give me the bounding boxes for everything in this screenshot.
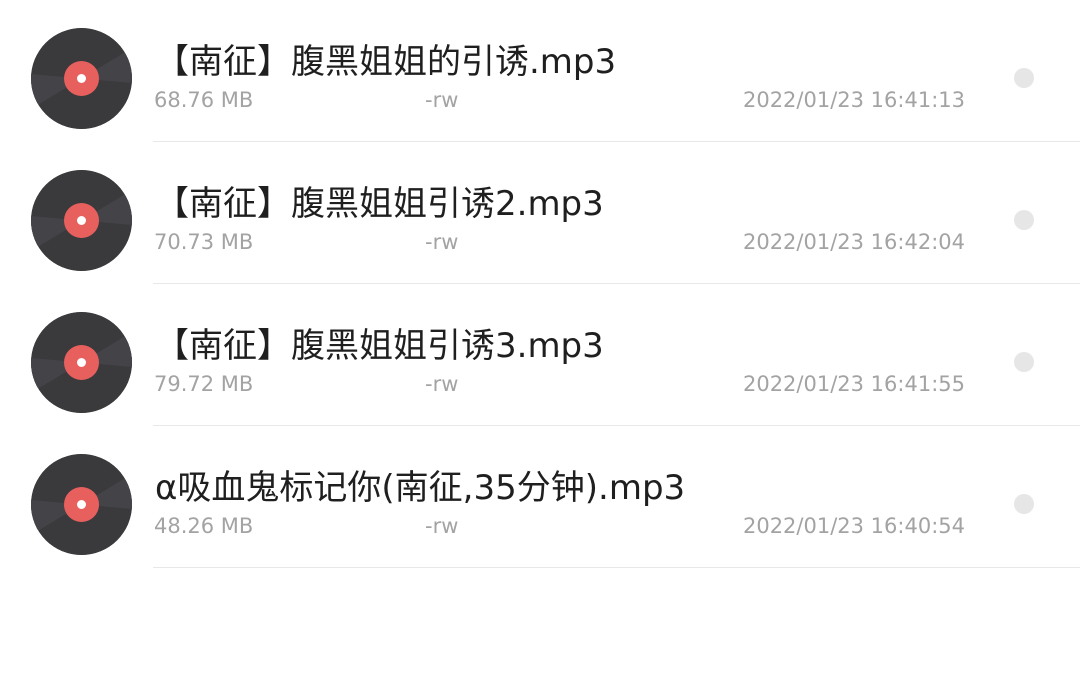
file-size: 48.26 MB — [154, 514, 254, 538]
file-size: 70.73 MB — [154, 230, 254, 254]
music-disc-icon — [31, 454, 132, 555]
file-modified-date: 2022/01/23 16:41:55 — [742, 372, 965, 396]
file-name: α吸血鬼标记你(南征,35分钟).mp3 — [155, 468, 686, 508]
music-disc-icon — [31, 28, 132, 129]
row-divider — [153, 567, 1080, 568]
file-modified-date: 2022/01/23 16:40:54 — [742, 514, 965, 538]
music-disc-icon — [31, 312, 132, 413]
file-modified-date: 2022/01/23 16:41:13 — [742, 88, 965, 112]
file-size: 68.76 MB — [154, 88, 254, 112]
file-permissions: -rw — [425, 230, 459, 254]
file-row[interactable]: 【南征】腹黑姐姐引诱2.mp3 70.73 MB -rw 2022/01/23 … — [0, 142, 1080, 284]
file-size: 79.72 MB — [154, 372, 254, 396]
file-permissions: -rw — [425, 514, 459, 538]
select-checkbox[interactable] — [1014, 352, 1034, 372]
file-row[interactable]: 【南征】腹黑姐姐引诱3.mp3 79.72 MB -rw 2022/01/23 … — [0, 284, 1080, 426]
select-checkbox[interactable] — [1014, 68, 1034, 88]
file-list: 【南征】腹黑姐姐的引诱.mp3 68.76 MB -rw 2022/01/23 … — [0, 0, 1080, 568]
file-row[interactable]: α吸血鬼标记你(南征,35分钟).mp3 48.26 MB -rw 2022/0… — [0, 426, 1080, 568]
file-permissions: -rw — [425, 372, 459, 396]
file-name: 【南征】腹黑姐姐的引诱.mp3 — [155, 42, 617, 82]
select-checkbox[interactable] — [1014, 494, 1034, 514]
file-row[interactable]: 【南征】腹黑姐姐的引诱.mp3 68.76 MB -rw 2022/01/23 … — [0, 0, 1080, 142]
music-disc-icon — [31, 170, 132, 271]
select-checkbox[interactable] — [1014, 210, 1034, 230]
file-permissions: -rw — [425, 88, 459, 112]
file-modified-date: 2022/01/23 16:42:04 — [742, 230, 965, 254]
file-name: 【南征】腹黑姐姐引诱2.mp3 — [155, 184, 604, 224]
file-name: 【南征】腹黑姐姐引诱3.mp3 — [155, 326, 604, 366]
